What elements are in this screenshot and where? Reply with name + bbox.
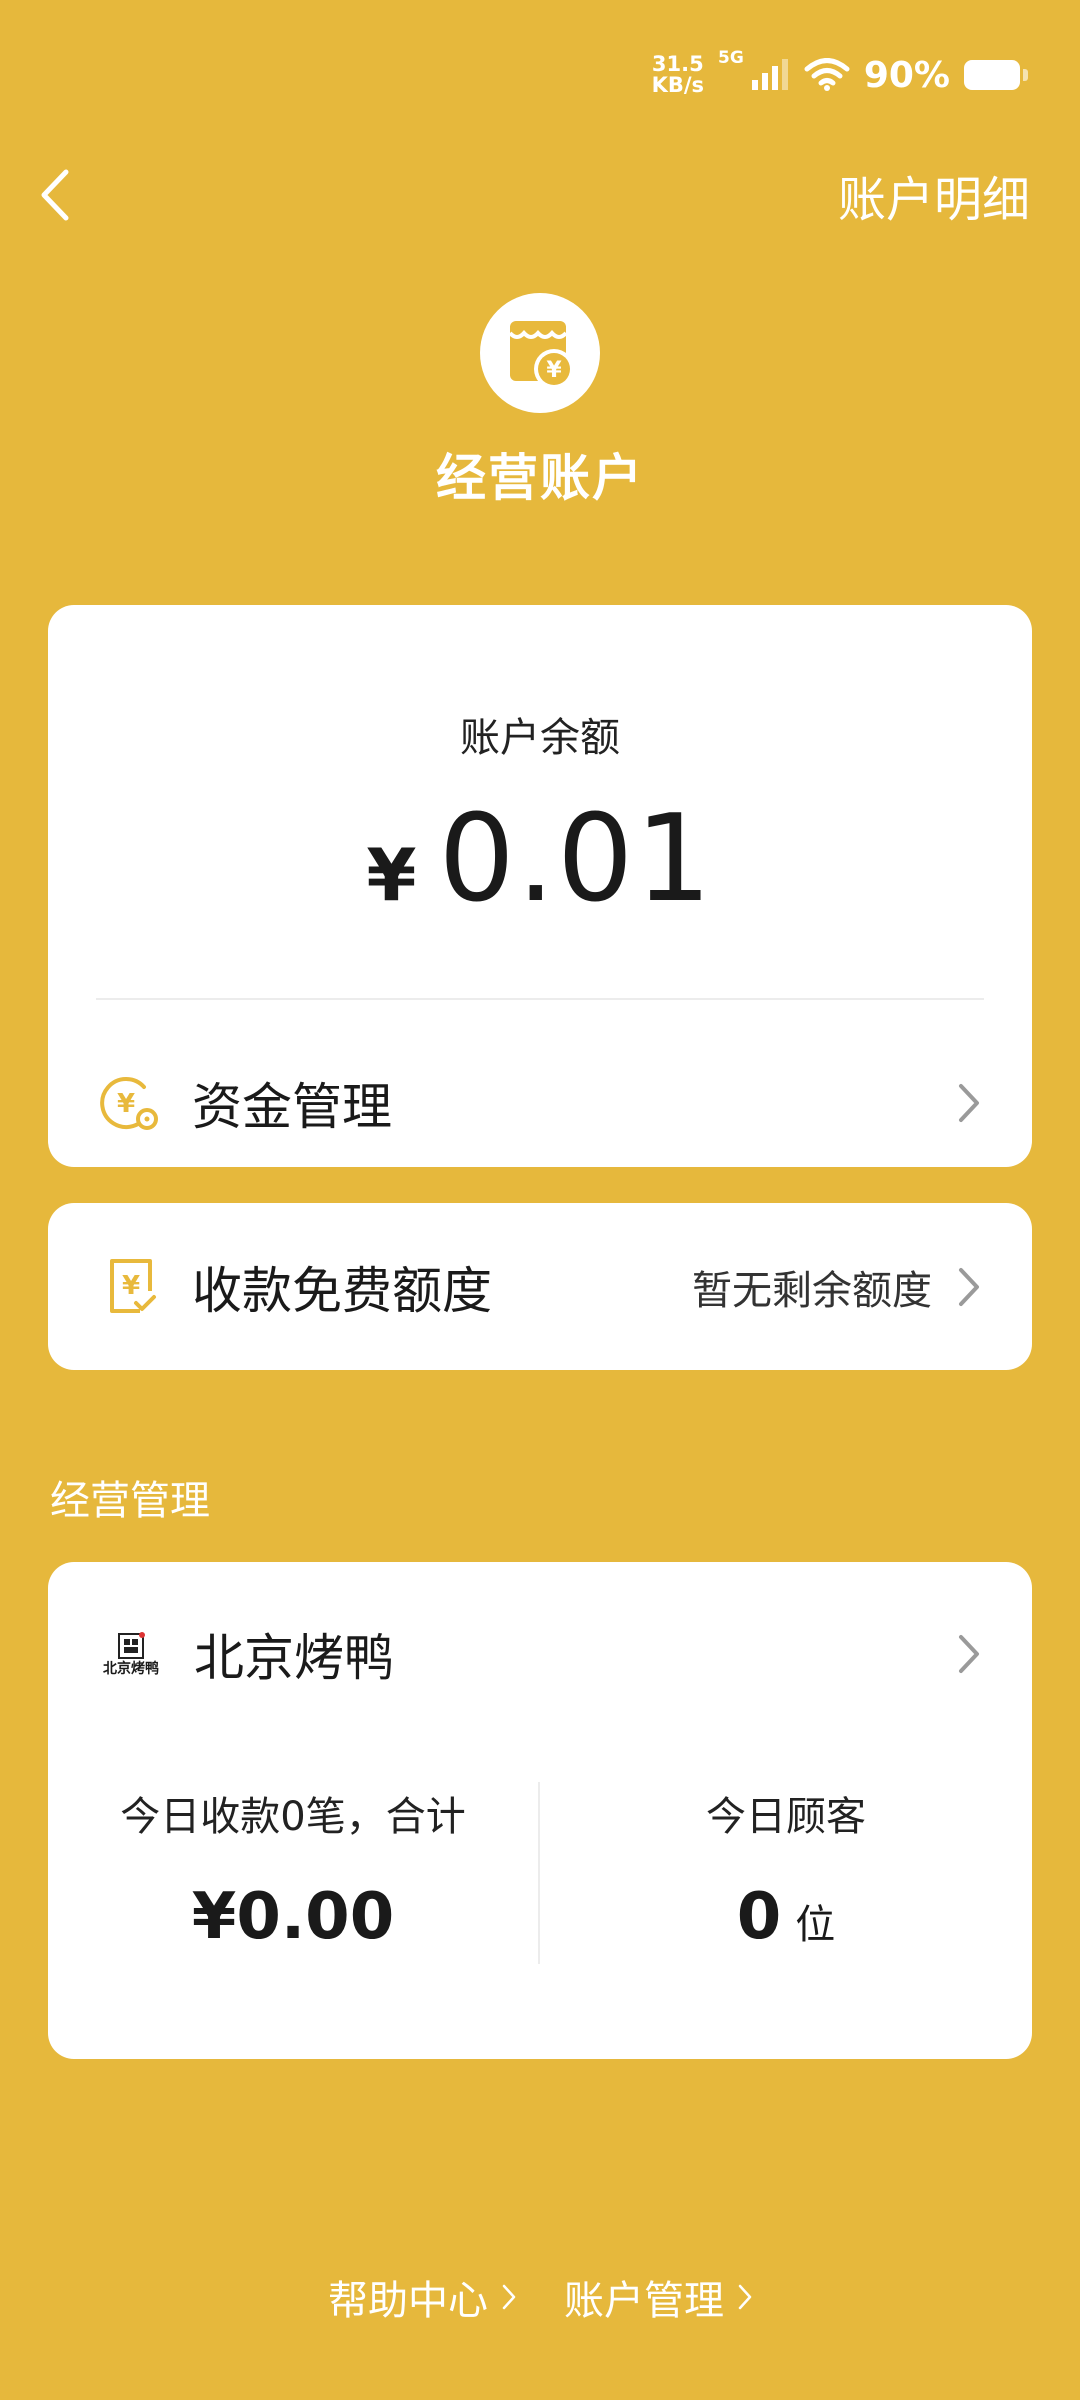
signal-icon [751,59,788,90]
svg-text:¥: ¥ [122,1271,140,1301]
chevron-left-icon [41,169,69,221]
section-label-business-management: 经营管理 [50,1478,210,1524]
today-customers-unit: 位 [795,1902,836,1948]
store-logo-text: 北京烤鸭 [103,1661,159,1677]
net-speed: 31.5 KB/s [652,54,704,96]
today-customers-count: 0 [736,1880,782,1954]
battery-icon [964,60,1028,90]
today-customers-label: 今日顾客 [706,1794,866,1840]
battery-percentage: 90% [863,54,950,96]
status-bar: 31.5 KB/s 5G 90% [652,40,1028,110]
receipt-icon: ¥ [100,1257,160,1317]
balance-label: 账户余额 [460,715,620,761]
today-customers-value: 0位 [540,1880,1032,1954]
free-quota-card[interactable]: ¥ 收款免费额度 暂无剩余额度 [48,1203,1032,1370]
store-row[interactable]: 北京烤鸭 北京烤鸭 [48,1614,1032,1694]
back-button[interactable] [40,160,90,230]
chevron-right-icon [954,1081,984,1125]
fund-icon: ¥ [100,1073,160,1133]
store-logo-mark [118,1632,145,1659]
account-management-link[interactable]: 账户管理 [564,2268,752,2326]
fund-management-label: 资金管理 [192,1078,392,1136]
balance-currency: ¥ [366,833,417,917]
chevron-right-icon [954,1265,984,1309]
balance-amount: 0.01 [438,790,714,929]
net-speed-value: 31.5 [651,52,704,76]
network-type: 5G [718,48,744,68]
store-logo: 北京烤鸭 [100,1623,162,1685]
divider [96,998,984,1000]
free-quota-row[interactable]: ¥ 收款免费额度 暂无剩余额度 [48,1247,1032,1327]
page: 31.5 KB/s 5G 90% 账户明细 ¥ 经营账户 账户余额 ¥ 0.01… [0,0,1080,2400]
today-income: 今日收款0笔，合计 ¥0.00 [48,1784,538,1954]
help-center-label: 帮助中心 [328,2278,488,2324]
chevron-right-icon [502,2284,516,2310]
free-quota-label: 收款免费额度 [192,1262,492,1320]
chevron-right-icon [954,1632,984,1676]
business-account-logo: ¥ [480,293,600,413]
account-details-link[interactable]: 账户明细 [838,160,1030,230]
page-title: 经营账户 [436,449,644,507]
fund-management-row[interactable]: ¥ 资金管理 [48,1063,1032,1143]
wifi-icon [804,58,850,91]
svg-text:¥: ¥ [546,358,562,383]
net-speed-unit: KB/s [651,73,705,97]
store-name: 北京烤鸭 [194,1629,394,1687]
balance-card: 账户余额 ¥ 0.01 ¥ 资金管理 [48,605,1032,1167]
chevron-right-icon [738,2284,752,2310]
store-money-icon: ¥ [508,321,574,389]
today-customers: 今日顾客 0位 [540,1784,1032,1954]
balance-value: ¥ 0.01 [48,790,1032,929]
account-management-label: 账户管理 [564,2278,724,2324]
store-card: 北京烤鸭 北京烤鸭 今日收款0笔，合计 ¥0.00 今日顾客 0位 [48,1562,1032,2059]
free-quota-value: 暂无剩余额度 [692,1268,932,1314]
today-income-value: ¥0.00 [191,1880,395,1954]
help-center-link[interactable]: 帮助中心 [328,2268,516,2326]
svg-text:¥: ¥ [117,1089,135,1119]
today-income-label: 今日收款0笔，合计 [120,1794,466,1840]
footer: 帮助中心 账户管理 [0,2268,1080,2326]
